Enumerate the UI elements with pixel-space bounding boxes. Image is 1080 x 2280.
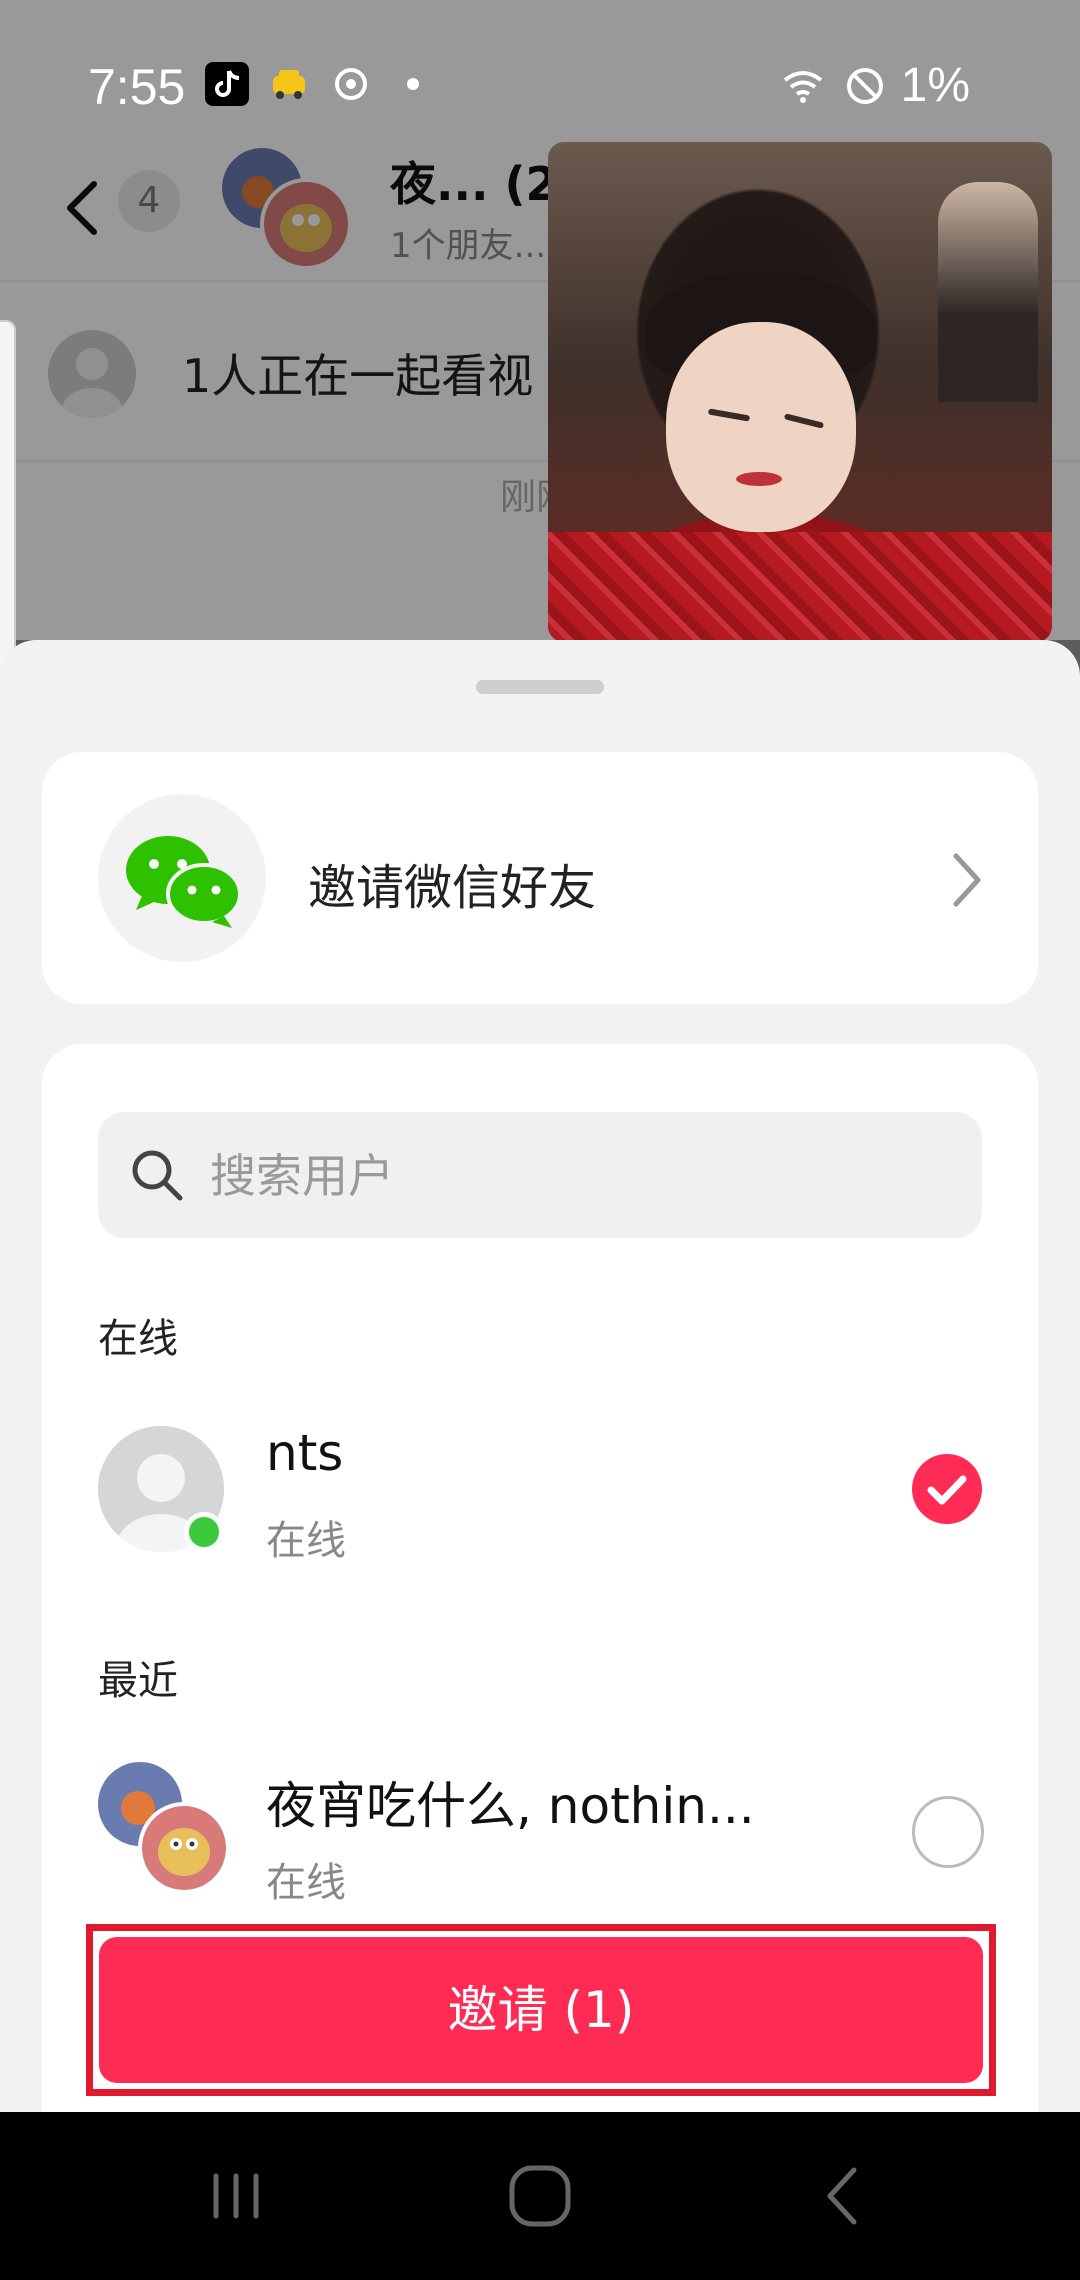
- search-icon: [132, 1150, 183, 1201]
- user-status: 在线: [266, 1860, 346, 1906]
- user-name: nts: [266, 1424, 344, 1482]
- wifi-icon: [783, 70, 822, 103]
- recent-apps-icon[interactable]: [196, 2156, 276, 2236]
- wechat-icon: [98, 794, 266, 962]
- home-icon[interactable]: [500, 2156, 580, 2236]
- user-row-online[interactable]: nts 在线: [42, 1406, 1038, 1582]
- invite-button-highlight: 邀请 (1): [86, 1924, 996, 2096]
- select-checkbox-unchecked[interactable]: [912, 1796, 984, 1868]
- status-system-icons: 1%: [777, 58, 970, 113]
- checkmark-icon: [927, 1475, 967, 1505]
- group-avatar: [98, 1762, 228, 1892]
- search-bar[interactable]: [98, 1112, 982, 1238]
- section-title-online: 在线: [98, 1316, 178, 1362]
- do-not-disturb-icon: [846, 67, 883, 104]
- user-name: 夜宵吃什么, nothin...: [266, 1777, 755, 1835]
- user-row-recent[interactable]: 夜宵吃什么, nothin... 在线: [42, 1748, 1038, 1924]
- watching-together-text: 1人正在一起看视: [182, 349, 534, 403]
- floating-video-window[interactable]: [548, 142, 1052, 642]
- avatar: [48, 330, 136, 418]
- sync-icon: [335, 68, 367, 100]
- video-robe: [548, 532, 1052, 642]
- status-bar: 7:55 1%: [0, 0, 1080, 140]
- unread-count-badge: 4: [118, 170, 180, 232]
- invite-button[interactable]: 邀请 (1): [99, 1937, 983, 2083]
- tiktok-icon: [205, 62, 249, 106]
- video-background-person: [938, 182, 1038, 402]
- battery-level: 1%: [900, 59, 970, 112]
- invite-wechat-card[interactable]: 邀请微信好友: [42, 752, 1038, 1004]
- chat-title: 夜... (2: [390, 157, 558, 211]
- section-title-recent: 最近: [98, 1658, 178, 1704]
- group-avatar[interactable]: [220, 148, 350, 268]
- search-input[interactable]: [208, 1144, 952, 1208]
- status-notification-icons: [205, 62, 435, 106]
- back-icon[interactable]: [804, 2156, 884, 2236]
- online-status-dot: [184, 1512, 224, 1552]
- select-checkbox-checked[interactable]: [912, 1454, 982, 1524]
- dot-icon: [407, 78, 419, 90]
- invite-wechat-label: 邀请微信好友: [308, 860, 597, 916]
- video-face: [666, 322, 856, 532]
- system-navigation-bar: [0, 2112, 1080, 2280]
- user-status: 在线: [266, 1518, 346, 1564]
- sheet-drag-handle[interactable]: [476, 680, 604, 694]
- chevron-right-icon: [953, 853, 981, 907]
- back-arrow-icon[interactable]: [58, 178, 108, 238]
- status-time: 7:55: [88, 59, 186, 115]
- chat-subtitle: 1个朋友...: [390, 226, 547, 266]
- invite-bottom-sheet: 邀请微信好友 在线 nts 在线: [0, 640, 1080, 2112]
- taxi-icon: [273, 70, 305, 99]
- video-lips: [736, 472, 782, 486]
